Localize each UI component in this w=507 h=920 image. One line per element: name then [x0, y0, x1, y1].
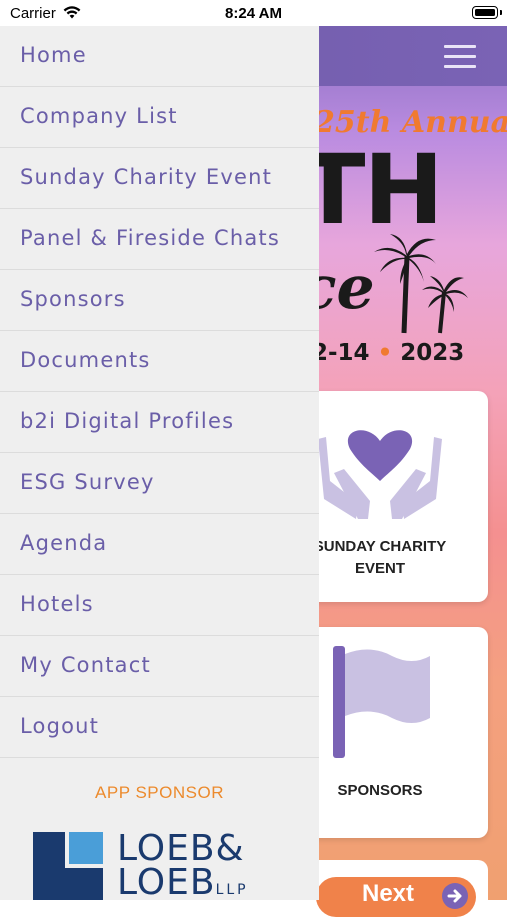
drawer-item-label: Sponsors — [20, 287, 126, 311]
logo-text: LOEB& LOEBLLP — [117, 828, 249, 901]
banner-dates-range: 2-14 — [312, 340, 370, 366]
separator-dot: • — [377, 340, 393, 366]
drawer-item-label: Agenda — [20, 531, 108, 555]
loeb-logo-icon — [33, 832, 103, 900]
banner-title-text: TH — [300, 134, 444, 246]
banner-year: 2023 — [400, 340, 465, 366]
drawer-item-company-list[interactable]: Company List — [0, 87, 319, 148]
hamburger-menu-icon[interactable] — [444, 43, 478, 69]
logo-line2: LOEBLLP — [117, 865, 249, 901]
status-bar: Carrier 8:24 AM — [0, 0, 507, 26]
heart-hands-icon — [318, 430, 442, 519]
sponsors-card[interactable]: SPONSORS — [300, 627, 488, 838]
app-sponsor-label: APP SPONSOR — [95, 783, 224, 802]
drawer-item-sponsors[interactable]: Sponsors — [0, 270, 319, 331]
drawer-item-label: Logout — [20, 714, 100, 738]
drawer-item-label: Hotels — [20, 592, 94, 616]
drawer-item-my-contact[interactable]: My Contact — [0, 636, 319, 697]
drawer-item-label: Panel & Fireside Chats — [20, 226, 280, 250]
drawer-item-agenda[interactable]: Agenda — [0, 514, 319, 575]
drawer-item-panel-fireside-chats[interactable]: Panel & Fireside Chats — [0, 209, 319, 270]
logo-line1: LOEB& — [117, 828, 245, 869]
card-label-line2: EVENT — [354, 560, 405, 577]
logo-llp: LLP — [215, 882, 249, 898]
side-drawer: Home Company List Sunday Charity Event P… — [0, 26, 319, 900]
drawer-item-hotels[interactable]: Hotels — [0, 575, 319, 636]
drawer-item-home[interactable]: Home — [0, 26, 319, 87]
card-label-line1: SPONSORS — [337, 782, 423, 799]
battery-icon — [472, 6, 502, 19]
logo-line2-text: LOEB — [117, 862, 216, 901]
drawer-item-label: Sunday Charity Event — [20, 165, 273, 189]
arrow-right-icon — [442, 883, 468, 909]
clock: 8:24 AM — [225, 5, 282, 22]
card-label-line1: SUNDAY CHARITY — [313, 538, 447, 555]
flag-icon — [333, 646, 430, 758]
drawer-item-label: Home — [20, 43, 87, 67]
palm-trees-icon — [374, 234, 468, 334]
sunday-charity-event-card[interactable]: SUNDAY CHARITY EVENT — [300, 391, 488, 602]
next-button-label: Next — [362, 880, 415, 907]
drawer-item-label: My Contact — [20, 653, 151, 677]
drawer-item-label: Documents — [20, 348, 151, 372]
drawer-item-documents[interactable]: Documents — [0, 331, 319, 392]
banner-dates: 2-14 • 2023 — [312, 340, 464, 366]
sponsor-logo[interactable]: LOEB& LOEBLLP — [33, 828, 303, 901]
drawer-item-sunday-charity-event[interactable]: Sunday Charity Event — [0, 148, 319, 209]
drawer-item-label: ESG Survey — [20, 470, 155, 494]
drawer-item-logout[interactable]: Logout — [0, 697, 319, 758]
drawer-item-b2i-digital-profiles[interactable]: b2i Digital Profiles — [0, 392, 319, 453]
next-button[interactable]: Next — [316, 877, 476, 917]
drawer-item-esg-survey[interactable]: ESG Survey — [0, 453, 319, 514]
drawer-item-label: b2i Digital Profiles — [20, 409, 235, 433]
drawer-item-label: Company List — [20, 104, 178, 128]
